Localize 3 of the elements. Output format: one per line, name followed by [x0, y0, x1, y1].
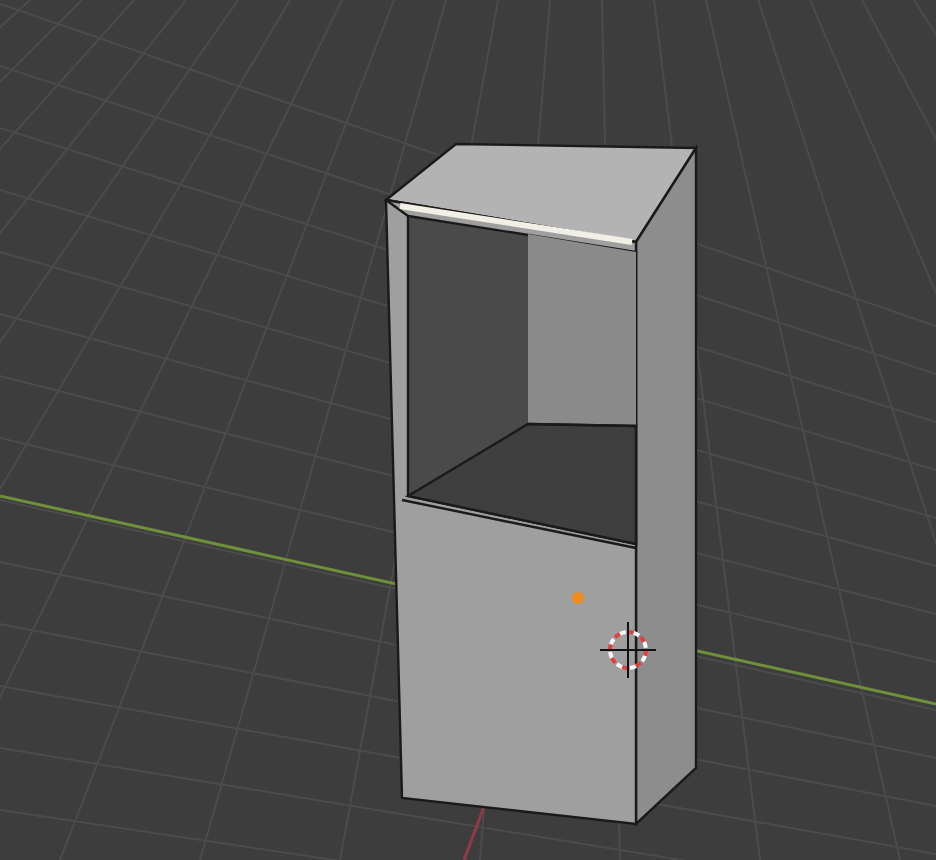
selected-edge[interactable]: [399, 203, 633, 245]
3d-cursor-icon[interactable]: [599, 621, 657, 679]
origin-dot: [572, 592, 584, 604]
